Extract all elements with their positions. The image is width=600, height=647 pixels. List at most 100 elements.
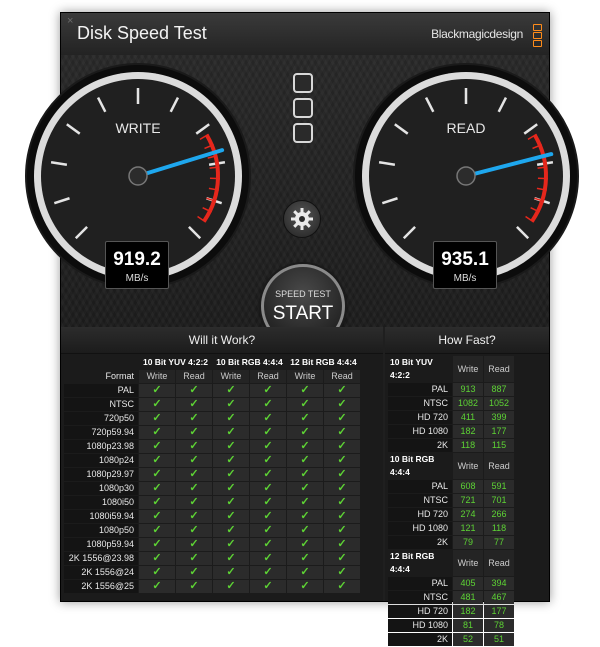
- format-name: 1080p59.94: [64, 538, 138, 551]
- check-icon: ✓: [287, 426, 323, 439]
- table-row: HD 720411399: [388, 411, 514, 424]
- format-name: 1080i59.94: [64, 510, 138, 523]
- start-button-small-label: SPEED TEST: [264, 289, 342, 299]
- check-icon: ✓: [176, 510, 212, 523]
- settings-button[interactable]: [283, 200, 321, 238]
- check-icon: ✓: [176, 468, 212, 481]
- disk-slot-icon[interactable]: [293, 98, 313, 118]
- check-icon: ✓: [213, 440, 249, 453]
- check-icon: ✓: [176, 482, 212, 495]
- blackmagic-logo-icon: [533, 24, 542, 46]
- check-icon: ✓: [324, 440, 360, 453]
- wiw-sub-header: Write: [139, 370, 175, 383]
- table-row: NTSC481467: [388, 591, 514, 604]
- check-icon: ✓: [213, 412, 249, 425]
- write-fps-value: 1082: [453, 397, 483, 410]
- check-icon: ✓: [139, 454, 175, 467]
- format-name: 2K 1556@24: [64, 566, 138, 579]
- gauge-label: WRITE: [115, 120, 160, 136]
- check-icon: ✓: [139, 412, 175, 425]
- check-icon: ✓: [324, 580, 360, 593]
- write-fps-value: 182: [453, 425, 483, 438]
- check-icon: ✓: [176, 496, 212, 509]
- gauge-hub: [457, 167, 475, 185]
- write-fps-value: 274: [453, 508, 483, 521]
- close-window-button[interactable]: ×: [67, 16, 73, 27]
- start-button-label: START: [264, 303, 342, 325]
- write-fps-value: 121: [453, 522, 483, 535]
- write-fps-value: 52: [453, 633, 483, 646]
- format-name: PAL: [388, 480, 452, 493]
- table-row: 2K118115: [388, 439, 514, 452]
- table-row: 2K5251: [388, 633, 514, 646]
- table-row: HD 10808178: [388, 619, 514, 632]
- how-fast-table: 10 Bit YUV 4:2:2WriteReadPAL913887NTSC10…: [387, 355, 515, 647]
- wiw-group-header: 10 Bit RGB 4:4:4: [213, 356, 286, 369]
- check-icon: ✓: [250, 524, 286, 537]
- table-row: PAL✓✓✓✓✓✓: [64, 384, 360, 397]
- read-fps-value: 399: [484, 411, 514, 424]
- read-fps-value: 115: [484, 439, 514, 452]
- check-icon: ✓: [176, 440, 212, 453]
- disk-slot-icon[interactable]: [293, 73, 313, 93]
- check-icon: ✓: [250, 496, 286, 509]
- format-name: 2K 1556@23.98: [64, 552, 138, 565]
- format-name: NTSC: [388, 494, 452, 507]
- table-row: NTSC721701: [388, 494, 514, 507]
- table-row: PAL405394: [388, 577, 514, 590]
- gauge-area: WRITE 919.2 MB/s READ 935.1 MB/s: [61, 55, 549, 327]
- table-row: 1080i50✓✓✓✓✓✓: [64, 496, 360, 509]
- read-fps-value: 78: [484, 619, 514, 632]
- check-icon: ✓: [176, 580, 212, 593]
- check-icon: ✓: [213, 398, 249, 411]
- format-name: 1080p23.98: [64, 440, 138, 453]
- format-name: 1080p24: [64, 454, 138, 467]
- table-row: 2K 1556@25✓✓✓✓✓✓: [64, 580, 360, 593]
- gauge-label: READ: [447, 120, 486, 136]
- write-fps-value: 81: [453, 619, 483, 632]
- format-name: HD 720: [388, 605, 452, 618]
- check-icon: ✓: [250, 440, 286, 453]
- check-icon: ✓: [213, 482, 249, 495]
- format-name: 2K 1556@25: [64, 580, 138, 593]
- check-icon: ✓: [139, 510, 175, 523]
- check-icon: ✓: [287, 468, 323, 481]
- check-icon: ✓: [213, 580, 249, 593]
- format-name: PAL: [388, 577, 452, 590]
- check-icon: ✓: [324, 398, 360, 411]
- write-fps-value: 721: [453, 494, 483, 507]
- table-row: 1080i59.94✓✓✓✓✓✓: [64, 510, 360, 523]
- check-icon: ✓: [287, 524, 323, 537]
- read-fps-value: 887: [484, 383, 514, 396]
- write-fps-value: 405: [453, 577, 483, 590]
- check-icon: ✓: [139, 398, 175, 411]
- will-it-work-title: Will it Work?: [61, 327, 383, 354]
- how-fast-sub-header: Write: [453, 453, 483, 479]
- check-icon: ✓: [139, 468, 175, 481]
- will-it-work-table: 10 Bit YUV 4:2:210 Bit RGB 4:4:412 Bit R…: [63, 355, 361, 594]
- format-name: NTSC: [64, 398, 138, 411]
- format-name: 720p50: [64, 412, 138, 425]
- check-icon: ✓: [176, 552, 212, 565]
- format-name: PAL: [388, 383, 452, 396]
- check-icon: ✓: [287, 454, 323, 467]
- check-icon: ✓: [324, 454, 360, 467]
- table-row: PAL913887: [388, 383, 514, 396]
- table-row: 2K 1556@23.98✓✓✓✓✓✓: [64, 552, 360, 565]
- wiw-group-header: 10 Bit YUV 4:2:2: [139, 356, 212, 369]
- wiw-sub-header: Read: [324, 370, 360, 383]
- table-row: 2K 1556@24✓✓✓✓✓✓: [64, 566, 360, 579]
- format-name: 1080i50: [64, 496, 138, 509]
- format-name: NTSC: [388, 397, 452, 410]
- format-name: 720p59.94: [64, 426, 138, 439]
- read-fps-value: 394: [484, 577, 514, 590]
- check-icon: ✓: [287, 552, 323, 565]
- check-icon: ✓: [324, 412, 360, 425]
- check-icon: ✓: [324, 538, 360, 551]
- check-icon: ✓: [213, 566, 249, 579]
- check-icon: ✓: [250, 398, 286, 411]
- disk-slot-icon[interactable]: [293, 123, 313, 143]
- table-row: NTSC10821052: [388, 397, 514, 410]
- check-icon: ✓: [250, 454, 286, 467]
- check-icon: ✓: [287, 580, 323, 593]
